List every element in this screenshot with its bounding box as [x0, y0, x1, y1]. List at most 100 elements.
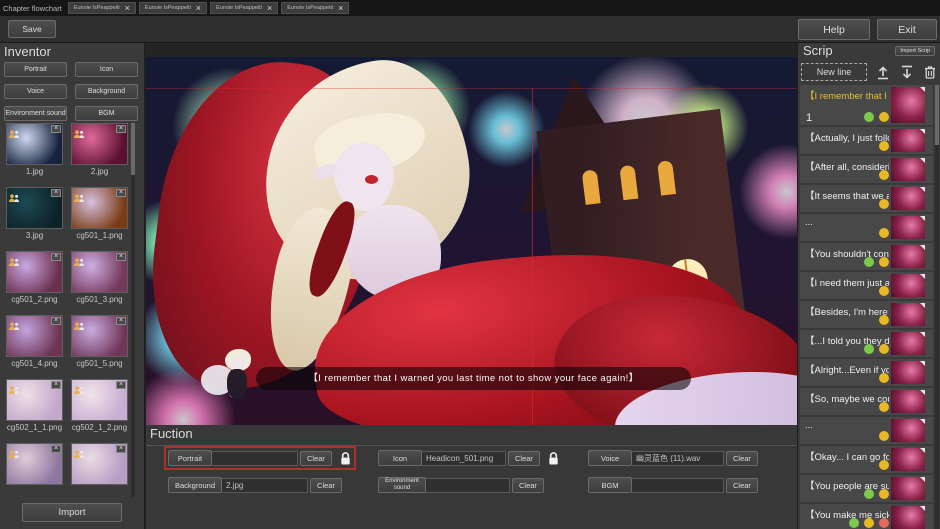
script-line[interactable]: 【It seems that we are	[800, 185, 933, 212]
exit-button[interactable]: Exit	[877, 19, 937, 40]
field-label[interactable]: Background	[168, 477, 222, 493]
field-label[interactable]: Voice	[588, 450, 632, 466]
remove-icon[interactable]: ×	[51, 253, 61, 261]
tab-2[interactable]: Eunoie IsPeappeiti×	[210, 2, 278, 14]
inventory-filename: cg501_2.png	[6, 295, 63, 306]
script-line-text: 【Okay... I can go forty-sixty,	[805, 449, 889, 463]
tab-3[interactable]: Eunoie IsPeappeiti×	[281, 2, 349, 14]
import-down-icon[interactable]	[899, 63, 915, 81]
remove-icon[interactable]: ×	[51, 125, 61, 133]
script-scrollbar[interactable]	[935, 85, 939, 529]
remove-icon[interactable]: ×	[116, 445, 126, 453]
script-line[interactable]: 【So, maybe we could go	[800, 388, 933, 415]
inventory-thumbnail[interactable]: ×	[6, 443, 63, 485]
scrollbar-thumb[interactable]	[935, 85, 939, 145]
yellow-status-dot	[879, 460, 889, 470]
script-line[interactable]: 【Okay... I can go forty-sixty,	[800, 446, 933, 473]
new-line-button[interactable]: New line	[801, 63, 867, 81]
help-button[interactable]: Help	[798, 19, 870, 40]
filter-portrait[interactable]: Portrait	[4, 62, 67, 77]
inventory-filename: 2.jpg	[71, 167, 128, 178]
clear-button[interactable]: Clear	[512, 478, 544, 493]
clear-button[interactable]: Clear	[310, 478, 342, 493]
tab-1[interactable]: Eunoie IsPeappeiti×	[139, 2, 207, 14]
filter-bgm[interactable]: BGM	[75, 106, 138, 121]
lock-icon[interactable]	[339, 451, 352, 466]
filter-background[interactable]: Background	[75, 84, 138, 99]
filter-voice[interactable]: Voice	[4, 84, 67, 99]
clear-button[interactable]: Clear	[300, 451, 332, 466]
inventory-thumbnail[interactable]: ×	[6, 251, 63, 293]
scene-preview[interactable]: 【I remember that I warned you last time …	[146, 57, 797, 425]
script-line[interactable]: ...	[800, 214, 933, 241]
clear-button[interactable]: Clear	[726, 451, 758, 466]
status-dots	[879, 402, 889, 412]
remove-icon[interactable]: ×	[51, 317, 61, 325]
inventory-thumbnail[interactable]: ×	[71, 187, 128, 229]
script-line-number: 1	[806, 112, 812, 124]
script-line-thumbnail	[891, 390, 925, 413]
field-label[interactable]: Environment sound	[378, 477, 426, 493]
lit-window-small	[657, 160, 676, 196]
inventory-thumbnail[interactable]: ×	[71, 315, 128, 357]
remove-icon[interactable]: ×	[116, 125, 126, 133]
export-up-icon[interactable]	[875, 63, 891, 81]
tab-close-icon[interactable]: ×	[267, 4, 272, 13]
trash-icon[interactable]	[922, 63, 938, 81]
lock-icon[interactable]	[547, 451, 560, 466]
script-line[interactable]: 【I remember that I warned1	[800, 85, 933, 125]
inventory-thumbnail[interactable]: ×	[6, 187, 63, 229]
inventory-thumbnail[interactable]: ×	[6, 123, 63, 165]
tab-label: Eunoie IsPeappeiti	[74, 5, 120, 11]
save-button[interactable]: Save	[8, 20, 56, 38]
field-value[interactable]	[632, 478, 724, 493]
script-line[interactable]: 【After all, considering you'd	[800, 156, 933, 183]
inventory-thumbnail[interactable]: ×	[71, 123, 128, 165]
inventory-thumbnail[interactable]: ×	[6, 379, 63, 421]
field-label[interactable]: BGM	[588, 477, 632, 493]
field-label[interactable]: Icon	[378, 450, 422, 466]
remove-icon[interactable]: ×	[116, 253, 126, 261]
script-line[interactable]: 【Actually, I just followed	[800, 127, 933, 154]
inventory-thumbnail[interactable]: ×	[71, 251, 128, 293]
script-line[interactable]: ...	[800, 417, 933, 444]
import-script-button[interactable]: Import Scrip	[895, 46, 935, 56]
field-value[interactable]	[426, 478, 510, 493]
import-button[interactable]: Import	[22, 503, 122, 522]
inventory-item: ×cg502_1_2.png	[71, 379, 128, 434]
script-line[interactable]: 【...I told you they don't	[800, 330, 933, 357]
script-line[interactable]: 【You make me sick!】	[800, 504, 933, 529]
inventory-thumbnail[interactable]: ×	[6, 315, 63, 357]
script-line[interactable]: 【Alright...Even if you are so	[800, 359, 933, 386]
scrollbar-thumb[interactable]	[131, 123, 135, 175]
inventory-thumbnail[interactable]: ×	[71, 443, 128, 485]
clear-button[interactable]: Clear	[726, 478, 758, 493]
field-value[interactable]: 幽灵蓝色 (11).wav	[632, 451, 724, 466]
remove-icon[interactable]: ×	[116, 381, 126, 389]
remove-icon[interactable]: ×	[116, 189, 126, 197]
clear-button[interactable]: Clear	[508, 451, 540, 466]
script-line[interactable]: 【I need them just as much	[800, 272, 933, 299]
field-value[interactable]	[212, 451, 298, 466]
remove-icon[interactable]: ×	[51, 189, 61, 197]
tab-0[interactable]: Eunoie IsPeappeiti ×	[68, 2, 136, 14]
inventory-thumbnail[interactable]: ×	[71, 379, 128, 421]
remove-icon[interactable]: ×	[51, 381, 61, 389]
script-line[interactable]: 【You people are supposed	[800, 475, 933, 502]
field-label[interactable]: Portrait	[168, 450, 212, 466]
script-line[interactable]: 【You shouldn't consider	[800, 243, 933, 270]
remove-icon[interactable]: ×	[51, 445, 61, 453]
filter-environment-sound[interactable]: Environment sound	[4, 106, 67, 121]
filter-icon[interactable]: Icon	[75, 62, 138, 77]
field-value[interactable]: Headicon_501.png	[422, 451, 506, 466]
remove-icon[interactable]: ×	[116, 317, 126, 325]
yellow-status-dot	[879, 315, 889, 325]
script-title: Scrip	[803, 43, 833, 58]
inventory-scrollbar[interactable]	[131, 123, 135, 497]
field-value[interactable]: 2.jpg	[222, 478, 308, 493]
yellow-status-dot	[879, 286, 889, 296]
tab-close-icon[interactable]: ×	[125, 4, 130, 13]
script-line[interactable]: 【Besides, I'm here on my	[800, 301, 933, 328]
tab-close-icon[interactable]: ×	[196, 4, 201, 13]
tab-close-icon[interactable]: ×	[338, 4, 343, 13]
